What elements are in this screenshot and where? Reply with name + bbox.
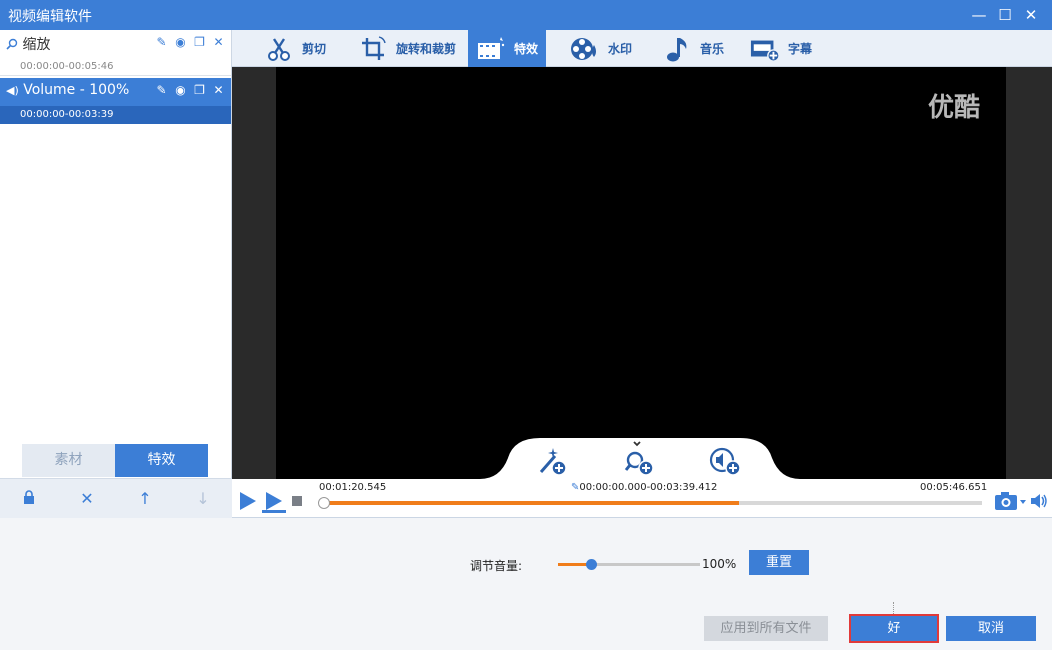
delete-icon[interactable]: ✕ [212,36,225,49]
add-zoom-button[interactable] [622,440,656,476]
volume-value: 100% [702,557,737,571]
play-segment-icon [262,492,286,513]
layer-tools: ✎ ◉ ❐ ✕ [155,84,225,97]
add-volume-button[interactable] [708,446,742,476]
eye-icon[interactable]: ◉ [174,36,187,49]
volume-add-icon [709,447,741,476]
crop-rotate-icon [358,34,388,64]
speaker-icon: ◀) [6,84,19,97]
cancel-button[interactable]: 取消 [946,616,1036,641]
maximize-button[interactable]: ☐ [994,4,1016,26]
cut-icon [264,34,294,64]
tab-effects[interactable]: 特效 [115,444,208,477]
tab-watermark[interactable]: 水印 [562,30,640,67]
tab-subtitle[interactable]: 字幕 [742,30,820,67]
add-effect-panel [480,438,800,479]
remove-icon[interactable]: ✕ [75,487,99,511]
video-screen[interactable]: 优酷 [276,67,1006,479]
play-segment-button[interactable] [262,491,286,516]
speaker-icon [1031,494,1047,508]
delete-icon[interactable]: ✕ [212,84,225,97]
reset-button[interactable]: 重置 [749,550,809,575]
volume-slider[interactable] [558,559,700,570]
lock-icon[interactable] [17,487,41,511]
watermark-icon [570,34,600,64]
add-filter-button[interactable] [535,446,569,476]
timeline-progress [324,501,739,505]
layer-time-range: 00:00:00-00:03:39 [0,106,231,124]
volume-button[interactable] [1030,493,1048,512]
timeline-track[interactable] [318,497,982,509]
apply-to-all-button[interactable]: 应用到所有文件 [704,616,828,641]
magic-wand-add-icon [539,448,567,476]
snapshot-button[interactable] [994,491,1028,514]
layer-name: ◀) Volume - 100% [6,82,130,98]
zoom-icon [6,38,18,50]
title-bar: 视频编辑软件 — ☐ ✕ [0,0,1052,30]
timeline-bar: 00:01:20.545 ✎00:00:00.000-00:03:39.412 … [232,479,1052,518]
tab-cut[interactable]: 剪切 [256,30,334,67]
timeline-handle[interactable] [318,497,330,509]
layer-item-zoom[interactable]: 缩放 ✎ ◉ ❐ ✕ 00:00:00-00:05:46 [0,30,231,78]
music-note-icon [662,34,692,64]
editor-toolbar: 剪切 旋转和裁剪 特效 水印 音乐 字幕 [232,30,1052,67]
ok-button[interactable]: 好 [851,616,937,641]
layer-actions-bar: ✕ ↑ ↓ [0,478,232,518]
edit-icon[interactable]: ✎ [155,36,168,49]
layer-tools: ✎ ◉ ❐ ✕ [155,36,225,49]
video-watermark-text: 优酷 [927,93,980,123]
volume-settings-area: 调节音量: 100% 重置 应用到所有文件 好 取消 [0,518,1052,650]
tab-music[interactable]: 音乐 [654,30,732,67]
copy-icon[interactable]: ❐ [193,36,206,49]
layer-time-range: 00:00:00-00:05:46 [0,58,231,76]
video-preview: 优酷 [232,67,1052,479]
zoom-add-icon [624,441,654,476]
stop-button[interactable] [292,496,302,506]
layer-name: 缩放 [6,34,50,54]
clip-range: ✎00:00:00.000-00:03:39.412 [571,482,718,493]
effects-icon [476,34,506,64]
left-tabs: 素材 特效 [22,444,208,477]
play-button[interactable] [238,491,258,514]
camera-icon [995,492,1026,510]
total-time: 00:05:46.651 [920,482,988,493]
minimize-button[interactable]: — [968,4,990,26]
current-time: 00:01:20.545 [319,482,387,493]
volume-label: 调节音量: [470,559,523,573]
tab-material[interactable]: 素材 [22,444,115,477]
move-up-icon[interactable]: ↑ [133,487,157,511]
close-button[interactable]: ✕ [1020,4,1042,26]
eye-icon[interactable]: ◉ [174,84,187,97]
edit-icon[interactable]: ✎ [155,84,168,97]
tab-effects-toolbar[interactable]: 特效 [468,30,547,67]
copy-icon[interactable]: ❐ [193,84,206,97]
layer-item-volume[interactable]: ◀) Volume - 100% ✎ ◉ ❐ ✕ 00:00:00-00:03:… [0,78,231,124]
move-down-icon[interactable]: ↓ [191,487,215,511]
divider [893,602,894,614]
play-icon [240,492,256,510]
subtitle-icon [750,34,780,64]
window-title: 视频编辑软件 [8,9,92,25]
volume-slider-handle[interactable] [585,559,597,570]
tab-crop-rotate[interactable]: 旋转和裁剪 [350,30,464,67]
